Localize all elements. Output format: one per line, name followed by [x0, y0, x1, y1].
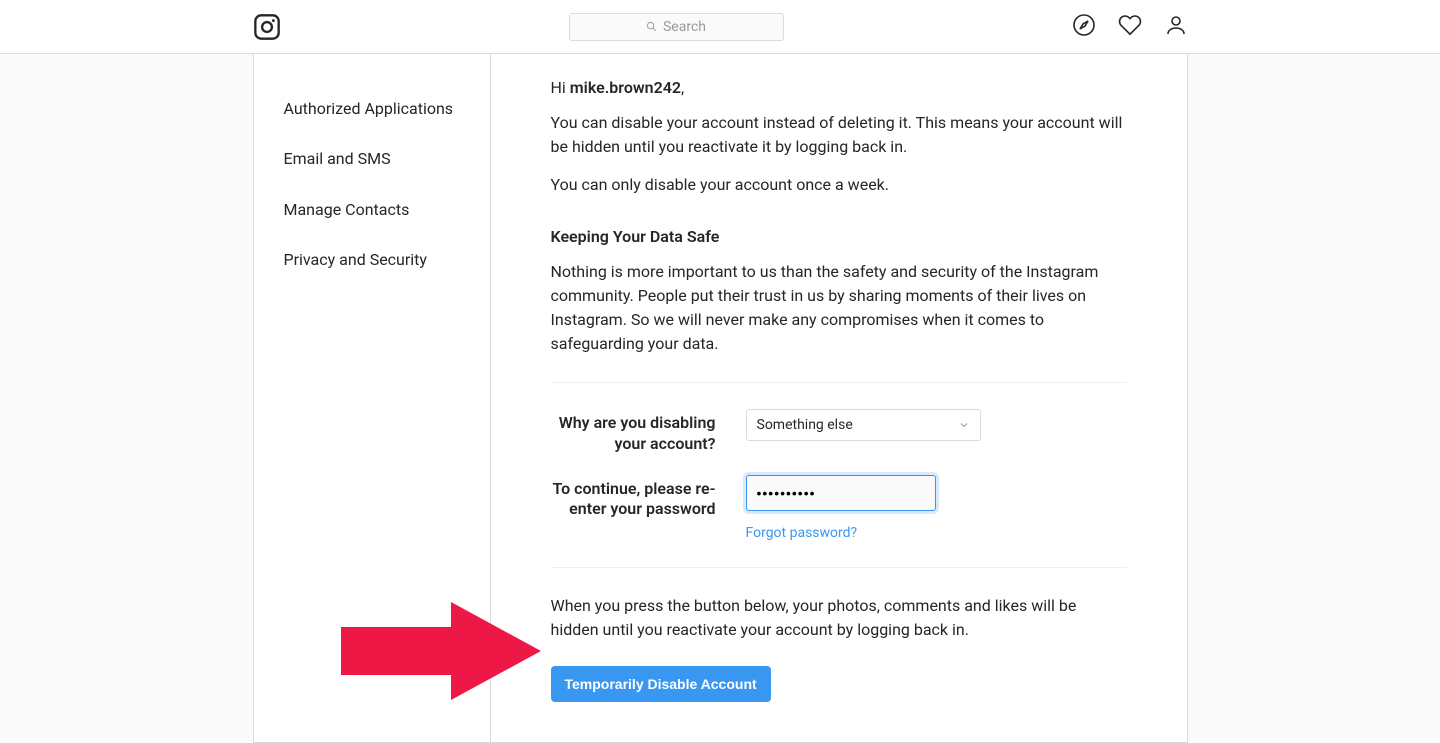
reason-selected-value: Something else: [757, 417, 853, 433]
chevron-down-icon: [958, 419, 970, 431]
heart-icon[interactable]: [1118, 13, 1142, 41]
divider: [551, 382, 1127, 383]
search-placeholder: Search: [663, 19, 706, 35]
sidebar-item-email-sms[interactable]: Email and SMS: [254, 134, 490, 184]
info-paragraph-2: You can only disable your account once a…: [551, 173, 1127, 197]
sidebar-item-label: Manage Contacts: [284, 200, 410, 219]
forgot-password-link[interactable]: Forgot password?: [746, 525, 858, 541]
data-safe-paragraph: Nothing is more important to us than the…: [551, 260, 1127, 356]
sidebar-item-manage-contacts[interactable]: Manage Contacts: [254, 185, 490, 235]
profile-icon[interactable]: [1164, 13, 1188, 41]
divider: [551, 567, 1127, 568]
temporarily-disable-button[interactable]: Temporarily Disable Account: [551, 666, 771, 702]
settings-sidebar: Authorized Applications Email and SMS Ma…: [254, 54, 491, 742]
sidebar-item-privacy-security[interactable]: Privacy and Security: [254, 235, 490, 285]
instagram-logo[interactable]: [253, 13, 281, 41]
search-input[interactable]: Search: [569, 13, 784, 41]
sidebar-item-label: Privacy and Security: [284, 250, 427, 269]
greeting-prefix: Hi: [551, 78, 570, 97]
section-heading-data-safe: Keeping Your Data Safe: [551, 227, 1127, 246]
sidebar-item-label: Email and SMS: [284, 149, 391, 168]
reason-select[interactable]: Something else: [746, 409, 981, 441]
password-input[interactable]: [746, 475, 936, 511]
top-navigation: Search: [0, 0, 1440, 54]
main-content: Hi mike.brown242, You can disable your a…: [491, 54, 1187, 742]
sidebar-item-authorized-apps[interactable]: Authorized Applications: [254, 84, 490, 134]
sidebar-item-label: Authorized Applications: [284, 99, 454, 118]
password-label: To continue, please re-enter your passwo…: [551, 475, 746, 521]
username: mike.brown242: [570, 78, 681, 97]
explore-icon[interactable]: [1072, 13, 1096, 41]
greeting-line: Hi mike.brown242,: [551, 78, 1127, 97]
reason-label: Why are you disabling your account?: [551, 409, 746, 455]
warning-paragraph: When you press the button below, your ph…: [551, 594, 1127, 642]
settings-container: Authorized Applications Email and SMS Ma…: [253, 54, 1188, 743]
search-icon: [646, 21, 657, 32]
info-paragraph-1: You can disable your account instead of …: [551, 111, 1127, 159]
greeting-suffix: ,: [681, 78, 684, 97]
